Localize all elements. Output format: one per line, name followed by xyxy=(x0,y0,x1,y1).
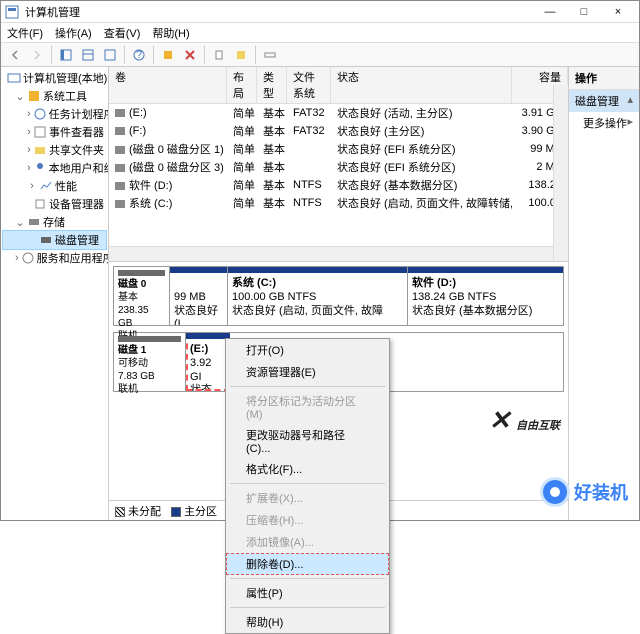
menu-file[interactable]: 文件(F) xyxy=(7,25,43,41)
window-title: 计算机管理 xyxy=(25,4,533,20)
ctx-shrink: 压缩卷(H)... xyxy=(226,509,389,531)
tree-diskmgr[interactable]: 磁盘管理 xyxy=(3,231,106,249)
toolbar: ? xyxy=(1,43,639,67)
toolbar-btn-b[interactable] xyxy=(180,45,200,65)
menu-action[interactable]: 操作(A) xyxy=(55,25,92,41)
ctx-markactive: 将分区标记为活动分区(M) xyxy=(226,390,389,424)
col-fs[interactable]: 文件系统 xyxy=(287,67,331,103)
list-row[interactable]: (E:)简单基本FAT32状态良好 (活动, 主分区)3.91 GE xyxy=(109,104,568,122)
tree-performance[interactable]: ›性能 xyxy=(3,177,106,195)
app-icon xyxy=(5,5,19,19)
tree-systools-label: 系统工具 xyxy=(43,88,87,104)
ctx-changedrive[interactable]: 更改驱动器号和路径(C)... xyxy=(226,424,389,458)
svg-text:?: ? xyxy=(136,49,142,61)
list-row[interactable]: 软件 (D:)简单基本NTFS状态良好 (基本数据分区)138.24 xyxy=(109,176,568,194)
ctx-open[interactable]: 打开(O) xyxy=(226,339,389,361)
close-button[interactable]: × xyxy=(601,2,635,22)
scrollbar-h[interactable] xyxy=(109,246,553,261)
legend-primary-label: 主分区 xyxy=(184,506,217,518)
ctx-explorer[interactable]: 资源管理器(E) xyxy=(226,361,389,383)
menu-view[interactable]: 查看(V) xyxy=(104,25,141,41)
ctx-mirror: 添加镜像(A)... xyxy=(226,531,389,553)
tree-diskmgr-label: 磁盘管理 xyxy=(55,232,99,248)
disk-info[interactable]: 磁盘 1可移动7.83 GB联机 xyxy=(114,333,186,391)
toolbar-btn-a[interactable] xyxy=(158,45,178,65)
list-row[interactable]: 系统 (C:)简单基本NTFS状态良好 (启动, 页面文件, 故障转储, 基本数… xyxy=(109,194,568,212)
tree-sharedfolders-label: 共享文件夹 xyxy=(49,142,104,158)
actions-diskmgr[interactable]: 磁盘管理 ▴ xyxy=(569,90,639,112)
tree-root[interactable]: 计算机管理(本地) xyxy=(3,69,106,87)
menu-help[interactable]: 帮助(H) xyxy=(152,25,189,41)
legend-unalloc-swatch xyxy=(115,507,125,517)
partition[interactable]: 系统 (C:)100.00 GB NTFS状态良好 (启动, 页面文件, 故障 xyxy=(228,267,408,325)
actions-more[interactable]: 更多操作▸ xyxy=(569,112,639,134)
ctx-props[interactable]: 属性(P) xyxy=(226,582,389,604)
partition[interactable]: 软件 (D:)138.24 GB NTFS状态良好 (基本数据分区) xyxy=(408,267,563,325)
titlebar: 计算机管理 — □ × xyxy=(1,1,639,23)
menubar: 文件(F) 操作(A) 查看(V) 帮助(H) xyxy=(1,23,639,43)
context-menu: 打开(O) 资源管理器(E) 将分区标记为活动分区(M) 更改驱动器号和路径(C… xyxy=(225,338,390,634)
tree-sharedfolders[interactable]: ›共享文件夹 xyxy=(3,141,106,159)
tree-devicemgr[interactable]: 设备管理器 xyxy=(3,195,106,213)
help-button[interactable]: ? xyxy=(129,45,149,65)
col-type[interactable]: 类型 xyxy=(257,67,287,103)
disk-row: 磁盘 0基本238.35 GB联机99 MB状态良好 (I系统 (C:)100.… xyxy=(113,266,564,326)
tree-eventviewer-label: 事件查看器 xyxy=(49,124,104,140)
tree-services[interactable]: ›服务和应用程序 xyxy=(3,249,106,267)
forward-button[interactable] xyxy=(27,45,47,65)
col-status[interactable]: 状态 xyxy=(331,67,512,103)
list-row[interactable]: (磁盘 0 磁盘分区 1)简单基本状态良好 (EFI 系统分区)99 MB xyxy=(109,140,568,158)
ctx-format[interactable]: 格式化(F)... xyxy=(226,458,389,480)
toolbar-view1-button[interactable] xyxy=(56,45,76,65)
toolbar-view2-button[interactable] xyxy=(78,45,98,65)
minimize-button[interactable]: — xyxy=(533,2,567,22)
legend-unalloc-label: 未分配 xyxy=(128,506,161,518)
toolbar-btn-d[interactable] xyxy=(231,45,251,65)
tree-performance-label: 性能 xyxy=(55,178,77,194)
partition[interactable]: (E:)3.92 GI状态 xyxy=(186,333,230,391)
actions-diskmgr-label: 磁盘管理 xyxy=(575,96,619,108)
nav-tree: 计算机管理(本地) ⌄系统工具 ›任务计划程序 ›事件查看器 ›共享文件夹 ›本… xyxy=(1,67,109,520)
tree-taskplanner[interactable]: ›任务计划程序 xyxy=(3,105,106,123)
submenu-icon: ▸ xyxy=(627,115,633,128)
col-volume[interactable]: 卷 xyxy=(109,67,227,103)
volume-list[interactable]: 卷 布局 类型 文件系统 状态 容量 (E:)简单基本FAT32状态良好 (活动… xyxy=(109,67,568,262)
toolbar-btn-e[interactable] xyxy=(260,45,280,65)
col-layout[interactable]: 布局 xyxy=(227,67,257,103)
tree-devicemgr-label: 设备管理器 xyxy=(49,196,104,212)
tree-root-label: 计算机管理(本地) xyxy=(23,70,107,86)
scrollbar-v[interactable] xyxy=(553,85,568,261)
back-button[interactable] xyxy=(5,45,25,65)
collapse-icon: ▴ xyxy=(627,93,633,106)
tree-storage-label: 存储 xyxy=(43,214,65,230)
toolbar-btn-c[interactable] xyxy=(209,45,229,65)
disk-info[interactable]: 磁盘 0基本238.35 GB联机 xyxy=(114,267,170,325)
ctx-extend: 扩展卷(X)... xyxy=(226,487,389,509)
list-row[interactable]: (磁盘 0 磁盘分区 3)简单基本状态良好 (EFI 系统分区)2 MB xyxy=(109,158,568,176)
tree-taskplanner-label: 任务计划程序 xyxy=(49,106,109,122)
tree-storage[interactable]: ⌄存储 xyxy=(3,213,106,231)
tree-systools[interactable]: ⌄系统工具 xyxy=(3,87,106,105)
ctx-delete[interactable]: 删除卷(D)... xyxy=(226,553,389,575)
tree-localusers[interactable]: ›本地用户和组 xyxy=(3,159,106,177)
tree-eventviewer[interactable]: ›事件查看器 xyxy=(3,123,106,141)
actions-header: 操作 xyxy=(569,67,639,90)
tree-services-label: 服务和应用程序 xyxy=(37,250,109,266)
ctx-help[interactable]: 帮助(H) xyxy=(226,611,389,633)
maximize-button[interactable]: □ xyxy=(567,2,601,22)
actions-more-label: 更多操作 xyxy=(583,118,627,130)
list-row[interactable]: (F:)简单基本FAT32状态良好 (主分区)3.90 GE xyxy=(109,122,568,140)
toolbar-view3-button[interactable] xyxy=(100,45,120,65)
legend-primary-swatch xyxy=(171,507,181,517)
actions-pane: 操作 磁盘管理 ▴ 更多操作▸ xyxy=(569,67,639,520)
partition[interactable]: 99 MB状态良好 (I xyxy=(170,267,228,325)
tree-localusers-label: 本地用户和组 xyxy=(49,160,109,176)
